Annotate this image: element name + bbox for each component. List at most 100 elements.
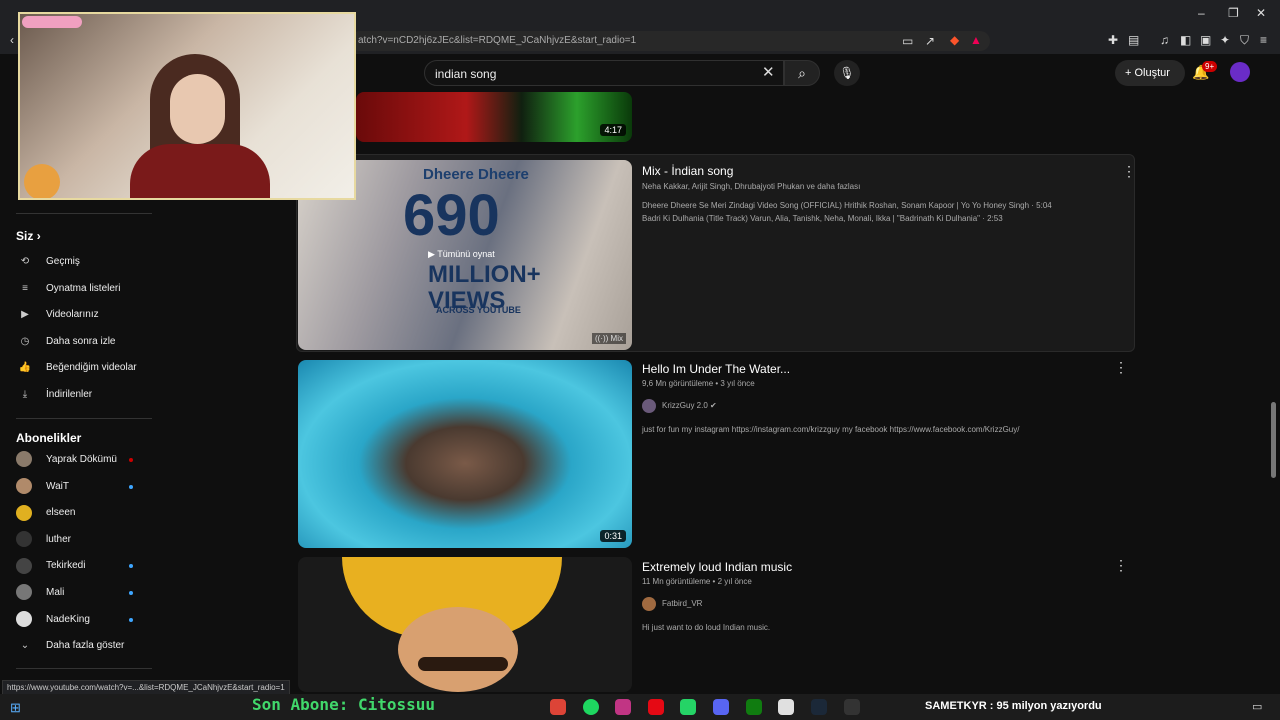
- sidebar-item-label: Beğendiğim videolar: [46, 362, 137, 374]
- windows-start-icon[interactable]: ⊞: [10, 700, 21, 716]
- sidebar-toggle-icon[interactable]: ◧: [1180, 33, 1191, 47]
- subscription-label: Yaprak Dökümü: [46, 454, 117, 465]
- restore-icon[interactable]: ❐: [1228, 6, 1239, 20]
- channel-link[interactable]: Fatbird_VR: [642, 597, 702, 611]
- sidebar-item-watch-later[interactable]: ◷ Daha sonra izle: [16, 330, 151, 354]
- subscription-label: luther: [46, 533, 72, 545]
- video-thumbnail[interactable]: 0:31: [298, 360, 632, 548]
- mix-artists: Neha Kakkar, Arijit Singh, Dhrubajyoti P…: [642, 182, 861, 191]
- brave-rewards-icon[interactable]: ▲: [970, 33, 982, 47]
- link-status-bar: https://www.youtube.com/watch?v=...&list…: [2, 680, 290, 695]
- channel-link[interactable]: KrizzGuy 2.0 ✔: [642, 399, 717, 413]
- sidebar-you-header[interactable]: Siz ›: [16, 229, 41, 243]
- more-options-icon[interactable]: ⋮: [1114, 557, 1128, 574]
- subscription-label: Tekirkedi: [46, 560, 86, 572]
- menu-icon[interactable]: ≡: [1260, 33, 1267, 47]
- subscription-item[interactable]: luther: [16, 528, 151, 552]
- chevron-down-icon: ⌄: [20, 640, 30, 651]
- page-scrollbar[interactable]: [1271, 402, 1276, 478]
- video-meta: 9,6 Mn görüntüleme • 3 yıl önce: [642, 379, 755, 388]
- video-title[interactable]: Extremely loud Indian music: [642, 560, 792, 574]
- show-more-button[interactable]: ⌄ Daha fazla göster: [16, 634, 151, 658]
- channel-avatar: [16, 557, 32, 574]
- new-content-dot: [129, 564, 133, 569]
- spotify-icon[interactable]: [583, 699, 599, 715]
- sidebar-item-history[interactable]: ⟲ Geçmiş: [16, 250, 151, 274]
- subscription-item[interactable]: NadeKing: [16, 608, 151, 632]
- new-content-dot: [129, 617, 133, 622]
- mix-track-2[interactable]: Badri Ki Dulhania (Title Track) Varun, A…: [642, 214, 1003, 223]
- create-label: Oluştur: [1134, 67, 1170, 79]
- xbox-icon[interactable]: [746, 699, 762, 715]
- subscription-item[interactable]: Yaprak Dökümü: [16, 448, 151, 472]
- subscription-item[interactable]: Tekirkedi: [16, 554, 151, 578]
- channel-avatar: [642, 597, 656, 611]
- live-icon: [129, 458, 133, 462]
- extensions-icon[interactable]: ✚: [1108, 33, 1118, 47]
- sidebar-divider: [16, 668, 152, 669]
- more-options-icon[interactable]: ⋮: [1122, 163, 1136, 180]
- search-input[interactable]: indian song: [424, 60, 784, 86]
- mic-icon: 🎙: [839, 66, 855, 80]
- wallet-icon[interactable]: ▣: [1200, 33, 1211, 47]
- steam-icon[interactable]: [811, 699, 827, 715]
- search-button[interactable]: ⌕: [784, 60, 820, 86]
- play-icon: ▶: [428, 249, 438, 259]
- sidebar-item-liked[interactable]: 👍 Beğendiğim videolar: [16, 356, 151, 380]
- history-icon: ⟲: [20, 256, 30, 267]
- reader-icon[interactable]: ▤: [1128, 33, 1139, 47]
- sidebar-item-label: İndirilenler: [46, 389, 93, 400]
- mix-title[interactable]: Mix - İndian song: [642, 164, 733, 178]
- sidebar-divider: [16, 213, 152, 214]
- photos-icon[interactable]: [778, 699, 794, 715]
- music-icon[interactable]: ♫: [1160, 33, 1169, 47]
- video-description: just for fun my instagram https://instag…: [642, 425, 1020, 434]
- subscription-item[interactable]: WaiT: [16, 475, 151, 499]
- sidebar-item-playlists[interactable]: ≡ Oynatma listeleri: [16, 277, 151, 301]
- cast-icon[interactable]: ▭: [902, 34, 913, 48]
- brave-shield-icon[interactable]: ◆: [950, 33, 959, 47]
- sidebar-subscriptions-header: Abonelikler: [16, 431, 82, 445]
- back-icon[interactable]: ‹: [10, 33, 14, 47]
- video-thumbnail[interactable]: [298, 557, 632, 692]
- mix-badge: ((·)) Mix: [592, 333, 626, 344]
- instagram-icon[interactable]: [615, 699, 631, 715]
- more-options-icon[interactable]: ⋮: [1114, 359, 1128, 376]
- discord-icon[interactable]: [713, 699, 729, 715]
- sidebar-item-label: Oynatma listeleri: [46, 282, 121, 294]
- create-button[interactable]: + Oluştur: [1115, 60, 1185, 86]
- notification-badge: 9+: [1202, 61, 1218, 72]
- netflix-icon[interactable]: [648, 699, 664, 715]
- address-bar[interactable]: atch?v=nCD2hj6zJEc&list=RDQME_JCaNhjvzE&…: [350, 31, 990, 51]
- subscription-label: NadeKing: [46, 613, 90, 625]
- thumb-big-number: 690: [403, 183, 500, 248]
- play-all-overlay[interactable]: ▶ Tümünü oynat: [428, 249, 495, 260]
- subscription-label: WaiT: [46, 480, 69, 492]
- close-window-icon[interactable]: ✕: [1256, 6, 1266, 20]
- sidebar-item-label: Videolarınız: [46, 309, 99, 321]
- sidebar-item-your-videos[interactable]: ▶ Videolarınız: [16, 303, 151, 327]
- obs-icon[interactable]: [844, 699, 860, 715]
- ai-icon[interactable]: ✦: [1220, 33, 1230, 47]
- share-icon[interactable]: ↗: [925, 34, 935, 48]
- sidebar-item-download[interactable]: ⤓ İndirilenler: [16, 383, 151, 407]
- channel-avatar: [16, 477, 32, 494]
- subscription-item[interactable]: elseen: [16, 501, 151, 525]
- chrome-icon[interactable]: [550, 699, 566, 715]
- thumb-mustache: [418, 657, 508, 671]
- video-title[interactable]: Hello Im Under The Water...: [642, 362, 790, 376]
- search-icon: ⌕: [798, 65, 806, 81]
- video-thumbnail[interactable]: 4:17: [356, 92, 632, 142]
- voice-search-button[interactable]: 🎙: [834, 60, 860, 86]
- streamer-name-tag: [22, 16, 82, 28]
- clear-search-icon[interactable]: ✕: [762, 63, 775, 81]
- new-content-dot: [129, 591, 133, 595]
- account-avatar[interactable]: [1230, 62, 1250, 82]
- mix-track-1[interactable]: Dheere Dheere Se Meri Zindagi Video Song…: [642, 201, 1052, 210]
- vpn-icon[interactable]: ⛉: [1240, 33, 1249, 48]
- subscription-item[interactable]: Mali: [16, 581, 151, 605]
- minimize-icon[interactable]: –: [1198, 6, 1205, 20]
- notification-center-icon[interactable]: ▭: [1252, 700, 1262, 713]
- stream-ticker: Son Abone: Citossuu: [252, 695, 436, 714]
- whatsapp-icon[interactable]: [680, 699, 696, 715]
